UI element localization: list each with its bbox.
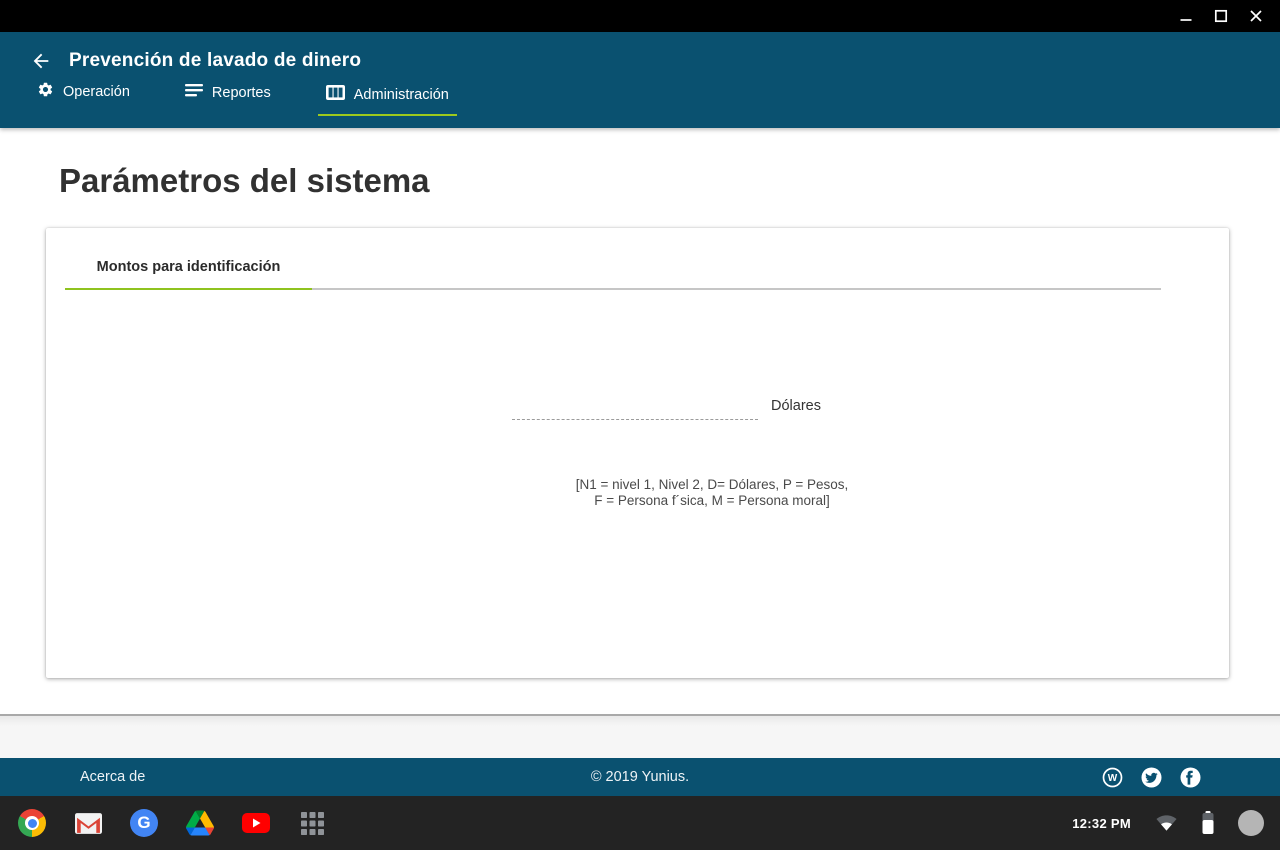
window-titlebar: [0, 0, 1280, 32]
drive-icon[interactable]: [186, 809, 214, 837]
close-icon[interactable]: [1248, 8, 1264, 24]
back-arrow-icon[interactable]: [28, 48, 54, 74]
legend-line-1: [N1 = nivel 1, Nivel 2, D= Dólares, P = …: [512, 477, 912, 493]
parameters-card: Montos para identificación Dólares [N1 =…: [46, 228, 1229, 678]
status-tray[interactable]: 12:32 PM: [1072, 810, 1280, 836]
page-title: Parámetros del sistema: [0, 128, 1280, 201]
main-nav-tabs: Operación Reportes Administración: [0, 76, 1280, 116]
clock[interactable]: 12:32 PM: [1072, 816, 1131, 831]
prefooter-band: [0, 714, 1280, 758]
battery-icon[interactable]: [1202, 811, 1214, 835]
tab-label: Reportes: [212, 85, 271, 101]
chrome-icon[interactable]: [18, 809, 46, 837]
legend-text: [N1 = nivel 1, Nivel 2, D= Dólares, P = …: [512, 477, 912, 509]
wordpress-icon[interactable]: W: [1102, 767, 1123, 788]
list-icon: [185, 83, 203, 102]
footer-social: W: [1102, 767, 1201, 788]
tab-reportes[interactable]: Reportes: [177, 83, 279, 116]
svg-text:W: W: [1108, 773, 1118, 784]
gear-icon: [37, 81, 54, 102]
taskbar-apps: G: [0, 809, 326, 837]
main-area: Parámetros del sistema Montos para ident…: [0, 128, 1280, 758]
amount-input[interactable]: [512, 394, 758, 420]
about-link[interactable]: Acerca de: [80, 769, 145, 785]
legend-line-2: F = Persona f´sica, M = Persona moral]: [512, 493, 912, 509]
maximize-icon[interactable]: [1213, 8, 1229, 24]
tab-label: Administración: [354, 87, 449, 103]
avatar[interactable]: [1238, 810, 1264, 836]
page-content: Parámetros del sistema Montos para ident…: [0, 128, 1280, 714]
minimize-icon[interactable]: [1178, 8, 1194, 24]
gmail-icon[interactable]: [74, 809, 102, 837]
youtube-icon[interactable]: [242, 809, 270, 837]
tab-administracion[interactable]: Administración: [318, 85, 457, 116]
app-launcher-icon[interactable]: [298, 809, 326, 837]
columns-icon: [326, 85, 345, 104]
tab-operacion[interactable]: Operación: [29, 81, 138, 116]
amount-unit-label: Dólares: [771, 398, 821, 414]
amount-field-row: Dólares: [512, 392, 821, 420]
footer: Acerca de © 2019 Yunius. W: [0, 758, 1280, 796]
facebook-icon[interactable]: [1180, 767, 1201, 788]
screen: Prevención de lavado de dinero Operación…: [0, 0, 1280, 850]
app-title: Prevención de lavado de dinero: [69, 50, 361, 72]
copyright-text: © 2019 Yunius.: [0, 769, 1280, 785]
twitter-icon[interactable]: [1141, 767, 1162, 788]
card-tab-montos[interactable]: Montos para identificación: [65, 228, 312, 290]
taskbar: G: [0, 796, 1280, 850]
wifi-icon[interactable]: [1155, 814, 1178, 832]
app-header: Prevención de lavado de dinero Operación…: [0, 32, 1280, 128]
google-icon[interactable]: G: [130, 809, 158, 837]
tab-label: Operación: [63, 84, 130, 100]
